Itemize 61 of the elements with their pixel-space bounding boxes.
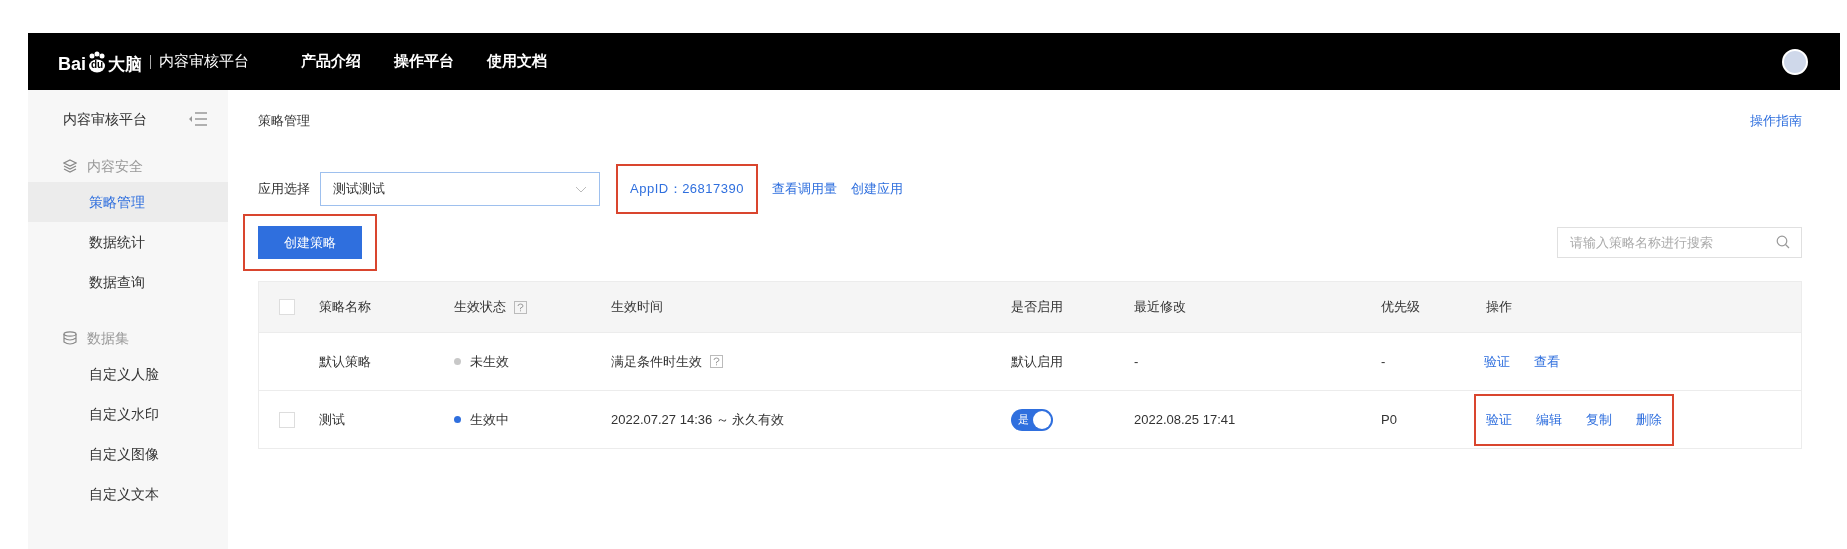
layers-icon xyxy=(63,159,77,173)
logo-text: 大脑 xyxy=(108,55,142,73)
search-icon[interactable] xyxy=(1776,235,1790,249)
sidebar-item[interactable]: 自定义水印 xyxy=(28,394,228,434)
checkbox[interactable] xyxy=(279,299,295,315)
app-select[interactable]: 测试测试 xyxy=(320,172,600,206)
sidebar-item[interactable]: 数据查询 xyxy=(28,262,228,302)
app-id-link[interactable]: AppID：26817390 xyxy=(630,179,744,199)
logo-text: Bai xyxy=(58,54,86,73)
search-field[interactable]: 请输入策略名称进行搜索 xyxy=(1557,227,1802,258)
column-header: 最近修改 xyxy=(1134,298,1186,317)
nav-link[interactable]: 使用文档 xyxy=(487,50,547,73)
action-link[interactable]: 验证 xyxy=(1486,409,1512,430)
table-cell-text: 满足条件时生效 xyxy=(611,352,702,371)
sidebar-item[interactable]: 自定义文本 xyxy=(28,474,228,514)
sidebar-item[interactable]: 策略管理 xyxy=(28,182,228,222)
table-cell-text: 未生效 xyxy=(470,352,509,371)
column-header: 优先级 xyxy=(1381,298,1420,317)
checkbox[interactable] xyxy=(279,411,295,428)
sidebar-item[interactable]: 自定义人脸 xyxy=(28,354,228,394)
table-cell: P0 xyxy=(1381,411,1397,427)
sidebar-item[interactable]: 自定义图像 xyxy=(28,434,228,474)
table-cell-text: 生效中 xyxy=(470,410,509,429)
sidebar-item[interactable]: 数据统计 xyxy=(28,222,228,262)
collapse-menu-icon[interactable] xyxy=(188,112,208,126)
sidebar-group-label: 数据集 xyxy=(87,328,129,348)
help-icon[interactable] xyxy=(710,355,723,368)
table-cell: - xyxy=(1134,353,1139,369)
enable-switch[interactable]: 是 xyxy=(1011,408,1053,431)
action-link[interactable]: 复制 xyxy=(1586,409,1612,430)
guide-link[interactable]: 操作指南 xyxy=(1750,111,1802,131)
column-header: 生效时间 xyxy=(611,298,663,317)
nav-link[interactable]: 操作平台 xyxy=(394,50,454,73)
chevron-down-icon xyxy=(575,185,587,193)
nav-link[interactable]: 产品介绍 xyxy=(301,50,361,73)
action-link[interactable]: 编辑 xyxy=(1536,409,1562,430)
table-cell-text: 2022.07.27 14:36 ～ 永久有效 xyxy=(611,410,785,429)
column-header: 操作 xyxy=(1486,298,1512,317)
column-header: 是否启用 xyxy=(1011,298,1063,317)
paw-logo: du xyxy=(86,50,108,73)
create-strategy-button[interactable]: 创建策略 xyxy=(258,226,362,259)
column-header: 策略名称 xyxy=(319,298,371,317)
header-link[interactable]: 创建应用 xyxy=(851,179,903,199)
sidebar-group-label: 内容安全 xyxy=(87,156,143,176)
table-cell: 2022.08.25 17:41 xyxy=(1134,411,1236,427)
table-cell: 默认策略 xyxy=(319,353,371,369)
action-link[interactable]: 验证 xyxy=(1484,351,1510,372)
help-icon[interactable] xyxy=(514,300,527,314)
action-link[interactable]: 删除 xyxy=(1636,409,1662,430)
avatar[interactable] xyxy=(1782,48,1808,75)
table-cell: 测试 xyxy=(319,411,345,427)
select-label: 应用选择 xyxy=(258,180,310,199)
table-cell: - xyxy=(1381,353,1386,369)
header-link[interactable]: 查看调用量 xyxy=(772,179,837,199)
page-title: 策略管理 xyxy=(258,112,310,131)
sidebar-title: 内容审核平台 xyxy=(63,109,147,129)
action-link[interactable]: 查看 xyxy=(1534,351,1560,372)
column-header: 生效状态 xyxy=(454,298,506,317)
table-cell-text: 默认启用 xyxy=(1011,352,1063,371)
platform-name: 内容审核平台 xyxy=(159,51,249,72)
database-icon xyxy=(63,331,77,345)
